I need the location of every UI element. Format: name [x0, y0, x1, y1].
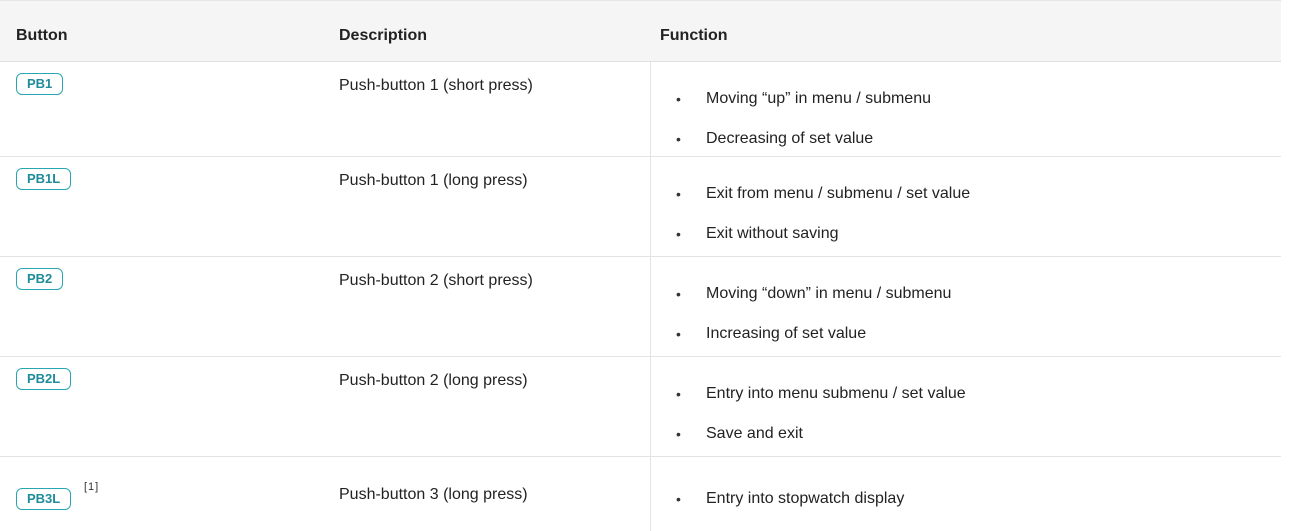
list-item: • Increasing of set value [672, 322, 951, 346]
table-row: PB2L Push-button 2 (long press) • Entry … [0, 357, 1281, 457]
column-divider [650, 257, 651, 356]
column-divider [650, 157, 651, 256]
footnote-reference: [1] [84, 481, 100, 493]
bullet-icon: • [676, 326, 681, 342]
column-divider [650, 357, 651, 456]
function-list: • Moving “down” in menu / submenu • Incr… [672, 282, 951, 362]
function-text: Exit from menu / submenu / set value [706, 185, 971, 202]
column-divider [650, 62, 651, 156]
table-row: PB3L [1] Push-button 3 (long press) • En… [0, 457, 1281, 531]
function-text: Entry into menu submenu / set value [706, 385, 966, 402]
bullet-icon: • [676, 186, 681, 202]
list-item: • Moving “up” in menu / submenu [672, 87, 931, 111]
function-text: Increasing of set value [706, 325, 867, 342]
row-description: Push-button 2 (long press) [339, 372, 528, 389]
column-divider [650, 457, 651, 531]
row-description: Push-button 2 (short press) [339, 272, 533, 289]
bullet-icon: • [676, 131, 681, 147]
button-badge-pb1: PB1 [16, 73, 64, 95]
function-text: Decreasing of set value [706, 130, 874, 147]
header-function: Function [660, 27, 728, 44]
bullet-icon: • [676, 426, 681, 442]
table-row: PB1 Push-button 1 (short press) • Moving… [0, 62, 1281, 157]
button-badge-pb2: PB2 [16, 268, 64, 290]
button-badge-pb3l: PB3L [16, 488, 72, 510]
button-function-table: Button Description Function PB1 Push-but… [0, 0, 1281, 531]
list-item: • Exit without saving [672, 222, 970, 246]
function-text: Moving “down” in menu / submenu [706, 285, 952, 302]
list-item: • Decreasing of set value [672, 127, 931, 151]
list-item: • Exit from menu / submenu / set value [672, 182, 970, 206]
bullet-icon: • [676, 491, 681, 507]
list-item: • Save and exit [672, 422, 966, 446]
table-row: PB2 Push-button 2 (short press) • Moving… [0, 257, 1281, 357]
function-text: Entry into stopwatch display [706, 490, 905, 507]
row-description: Push-button 3 (long press) [339, 486, 528, 503]
row-description: Push-button 1 (long press) [339, 172, 528, 189]
function-list: • Exit from menu / submenu / set value •… [672, 182, 970, 262]
bullet-icon: • [676, 226, 681, 242]
bullet-icon: • [676, 286, 681, 302]
button-badge-pb1l: PB1L [16, 168, 72, 190]
row-description: Push-button 1 (short press) [339, 77, 533, 94]
table-header-row: Button Description Function [0, 1, 1281, 62]
header-button: Button [16, 27, 68, 44]
bullet-icon: • [676, 91, 681, 107]
function-text: Moving “up” in menu / submenu [706, 90, 931, 107]
table-row: PB1L Push-button 1 (long press) • Exit f… [0, 157, 1281, 257]
list-item: • Entry into menu submenu / set value [672, 382, 966, 406]
function-list: • Entry into menu submenu / set value • … [672, 382, 966, 462]
list-item: • Moving “down” in menu / submenu [672, 282, 951, 306]
function-text: Save and exit [706, 425, 803, 442]
function-list: • Entry into stopwatch display [672, 487, 904, 527]
button-badge-pb2l: PB2L [16, 368, 72, 390]
list-item: • Entry into stopwatch display [672, 487, 904, 511]
bullet-icon: • [676, 386, 681, 402]
header-description: Description [339, 27, 428, 44]
function-list: • Moving “up” in menu / submenu • Decrea… [672, 87, 931, 167]
function-text: Exit without saving [706, 225, 839, 242]
